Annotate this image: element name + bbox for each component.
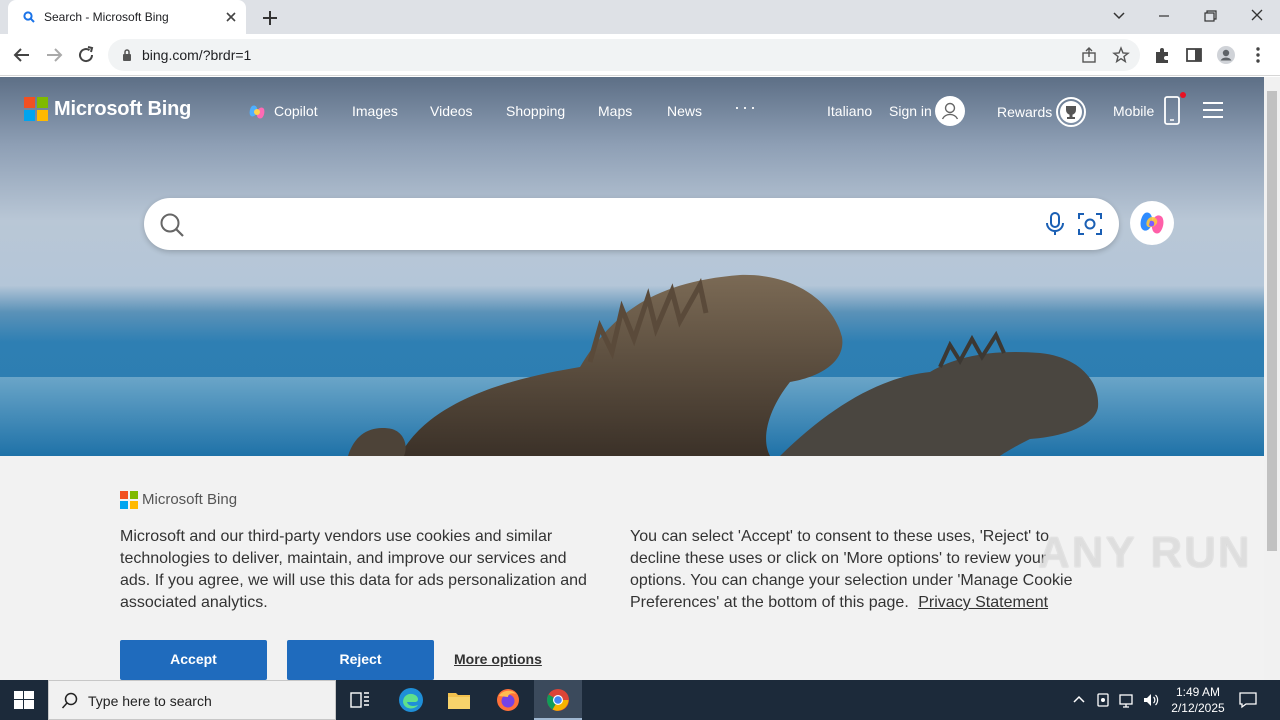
taskbar-chrome[interactable]: [534, 680, 582, 720]
volume-icon[interactable]: [1142, 691, 1160, 709]
clock-date: 2/12/2025: [1171, 701, 1225, 715]
folder-icon: [448, 693, 470, 709]
language-link[interactable]: Italiano: [827, 103, 872, 119]
mobile-phone-icon[interactable]: [1162, 91, 1188, 127]
cookie-right-line-last: Preferences' at the bottom of this page.…: [630, 592, 1100, 614]
taskbar-search-icon: [61, 692, 78, 709]
windows-taskbar: Type here to search 1:49 AM 2/12/2025: [0, 680, 1280, 720]
back-icon[interactable]: [10, 43, 34, 67]
scrollbar-thumb[interactable]: [1267, 91, 1277, 551]
iguana-background-image: [0, 274, 1264, 456]
task-view-icon: [350, 692, 369, 708]
share-icon[interactable]: [1080, 46, 1098, 64]
close-tab-icon[interactable]: [222, 8, 240, 26]
profile-avatar-icon[interactable]: [1216, 45, 1236, 65]
microsoft-logo-small-icon: [120, 491, 138, 509]
url-text[interactable]: bing.com/?brdr=1: [142, 47, 251, 63]
user-avatar-icon[interactable]: [934, 95, 966, 127]
hamburger-menu-icon[interactable]: [1202, 101, 1224, 119]
chrome-menu-kebab-icon[interactable]: [1248, 45, 1268, 65]
cookie-left-line: ads. If you agree, we will use this data…: [120, 572, 587, 589]
network-icon[interactable]: [1118, 691, 1136, 709]
nav-maps[interactable]: Maps: [598, 103, 632, 119]
bookmark-star-icon[interactable]: [1112, 46, 1130, 64]
tab-search-chevron-icon[interactable]: [1105, 4, 1133, 28]
page-viewport: Microsoft Bing Copilot Images Videos Sho…: [0, 77, 1264, 680]
taskbar-search-placeholder: Type here to search: [88, 693, 212, 709]
taskbar-search-box[interactable]: Type here to search: [48, 680, 336, 720]
taskbar-file-explorer[interactable]: [435, 680, 483, 720]
cookie-left-paragraph: Microsoft and our third-party vendors us…: [120, 526, 600, 614]
reload-icon[interactable]: [74, 43, 98, 67]
mobile-link[interactable]: Mobile: [1113, 103, 1154, 119]
bing-search-favicon-icon: [23, 11, 35, 23]
nav-images[interactable]: Images: [352, 103, 398, 119]
lock-icon[interactable]: [120, 48, 134, 62]
firefox-icon: [497, 689, 519, 711]
browser-toolbar: bing.com/?brdr=1: [0, 34, 1280, 76]
cookie-right-line: decline these uses or click on 'More opt…: [630, 550, 1047, 567]
address-bar[interactable]: bing.com/?brdr=1: [108, 39, 1140, 71]
minimize-icon[interactable]: [1150, 4, 1178, 28]
taskbar-clock[interactable]: 1:49 AM 2/12/2025: [1160, 684, 1236, 716]
search-box[interactable]: [144, 198, 1119, 250]
cookie-brand-text: Microsoft Bing: [142, 491, 238, 508]
rewards-link[interactable]: Rewards: [997, 104, 1052, 120]
taskbar-edge[interactable]: [387, 680, 435, 720]
cookie-right-line: Preferences' at the bottom of this page.: [630, 594, 909, 611]
search-icon: [160, 213, 184, 237]
edge-icon: [399, 688, 423, 712]
copilot-small-icon: [249, 105, 265, 119]
restore-icon[interactable]: [1196, 4, 1224, 28]
forward-icon[interactable]: [42, 43, 66, 67]
nav-videos[interactable]: Videos: [430, 103, 473, 119]
privacy-statement-link[interactable]: Privacy Statement: [918, 594, 1048, 611]
extensions-puzzle-icon[interactable]: [1152, 45, 1172, 65]
more-options-link[interactable]: More options: [454, 651, 542, 667]
tab-bing[interactable]: Search - Microsoft Bing: [8, 0, 246, 34]
page-scrollbar[interactable]: [1264, 77, 1280, 680]
clock-time: 1:49 AM: [1175, 685, 1221, 699]
cookie-left-line: technologies to deliver, maintain, and i…: [120, 550, 567, 567]
anyrun-watermark: ANY RUN: [1038, 528, 1252, 577]
cookie-right-paragraph: You can select 'Accept' to consent to th…: [630, 526, 1100, 614]
visual-search-camera-icon[interactable]: [1076, 210, 1104, 238]
nav-copilot[interactable]: Copilot: [274, 103, 318, 119]
copilot-button[interactable]: [1130, 201, 1174, 245]
reject-button[interactable]: Reject: [287, 640, 434, 680]
chrome-icon: [547, 689, 569, 711]
nav-more[interactable]: ···: [734, 97, 758, 118]
tab-strip: Search - Microsoft Bing: [0, 0, 1280, 34]
notifications-icon[interactable]: [1238, 690, 1258, 710]
tray-device-icon[interactable]: [1094, 691, 1112, 709]
new-tab-icon[interactable]: [258, 6, 282, 30]
rewards-trophy-icon[interactable]: [1055, 96, 1087, 128]
side-panel-icon[interactable]: [1184, 45, 1204, 65]
cookie-left-line: associated analytics.: [120, 594, 268, 611]
cookie-right-line: You can select 'Accept' to consent to th…: [630, 528, 1049, 545]
close-window-icon[interactable]: [1243, 4, 1271, 28]
tab-title: Search - Microsoft Bing: [44, 10, 169, 24]
copilot-icon: [1140, 212, 1164, 234]
task-view-button[interactable]: [336, 680, 384, 720]
nav-news[interactable]: News: [667, 103, 702, 119]
hero-background: Microsoft Bing Copilot Images Videos Sho…: [0, 77, 1264, 456]
sign-in-link[interactable]: Sign in: [889, 103, 932, 119]
bing-brand-text: Microsoft Bing: [54, 98, 192, 120]
nav-shopping[interactable]: Shopping: [506, 103, 565, 119]
accept-button[interactable]: Accept: [120, 640, 267, 680]
windows-start-icon[interactable]: [14, 691, 34, 709]
cookie-left-line: Microsoft and our third-party vendors us…: [120, 528, 553, 545]
taskbar-firefox[interactable]: [484, 680, 532, 720]
microphone-icon[interactable]: [1042, 211, 1068, 237]
cookie-right-line: options. You can change your selection u…: [630, 572, 1073, 589]
microsoft-logo-icon: [24, 97, 48, 121]
tray-overflow-chevron-icon[interactable]: [1070, 691, 1088, 709]
